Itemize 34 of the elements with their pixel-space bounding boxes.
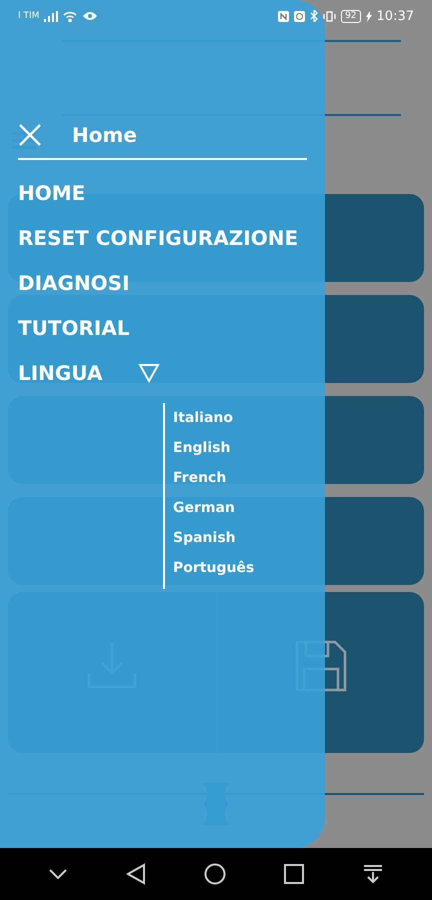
recents-button[interactable] bbox=[284, 864, 304, 884]
home-button[interactable] bbox=[204, 863, 226, 885]
recents-icon bbox=[284, 864, 304, 884]
notifications-button[interactable] bbox=[362, 864, 383, 884]
carrier-name: I TIM bbox=[18, 11, 40, 21]
language-option[interactable]: German bbox=[173, 493, 235, 523]
language-option[interactable]: Italiano bbox=[173, 403, 233, 433]
drawer-title: Home bbox=[72, 123, 137, 147]
close-icon bbox=[18, 123, 42, 147]
home-icon bbox=[204, 863, 226, 885]
battery-level: 92 bbox=[341, 10, 361, 22]
language-option[interactable]: Spanish bbox=[173, 523, 236, 553]
chevron-down-icon bbox=[49, 869, 68, 879]
menu-item[interactable]: TUTORIAL bbox=[18, 311, 130, 345]
language-option[interactable]: Português bbox=[173, 553, 254, 583]
charging-icon bbox=[366, 10, 372, 22]
language-option[interactable]: English bbox=[173, 433, 230, 463]
language-option[interactable]: French bbox=[173, 463, 226, 493]
menu-item[interactable]: HOME bbox=[18, 176, 86, 210]
clock-time: 10:37 bbox=[376, 8, 414, 24]
vibrate-icon bbox=[323, 10, 336, 22]
wifi-icon bbox=[63, 10, 78, 22]
pull-down-icon bbox=[362, 864, 383, 884]
language-dropdown[interactable]: LINGUA bbox=[18, 356, 160, 390]
menu-item[interactable]: RESET CONFIGURAZIONE bbox=[18, 221, 298, 255]
alarm-icon bbox=[294, 10, 306, 22]
bluetooth-icon bbox=[310, 10, 318, 22]
signal-icon bbox=[44, 10, 58, 22]
back-icon bbox=[126, 863, 146, 885]
nfc-icon bbox=[278, 10, 290, 22]
collapse-button[interactable] bbox=[49, 869, 68, 879]
close-button[interactable] bbox=[18, 123, 42, 147]
back-button[interactable] bbox=[126, 863, 146, 885]
menu-item[interactable]: DIAGNOSI bbox=[18, 266, 130, 300]
